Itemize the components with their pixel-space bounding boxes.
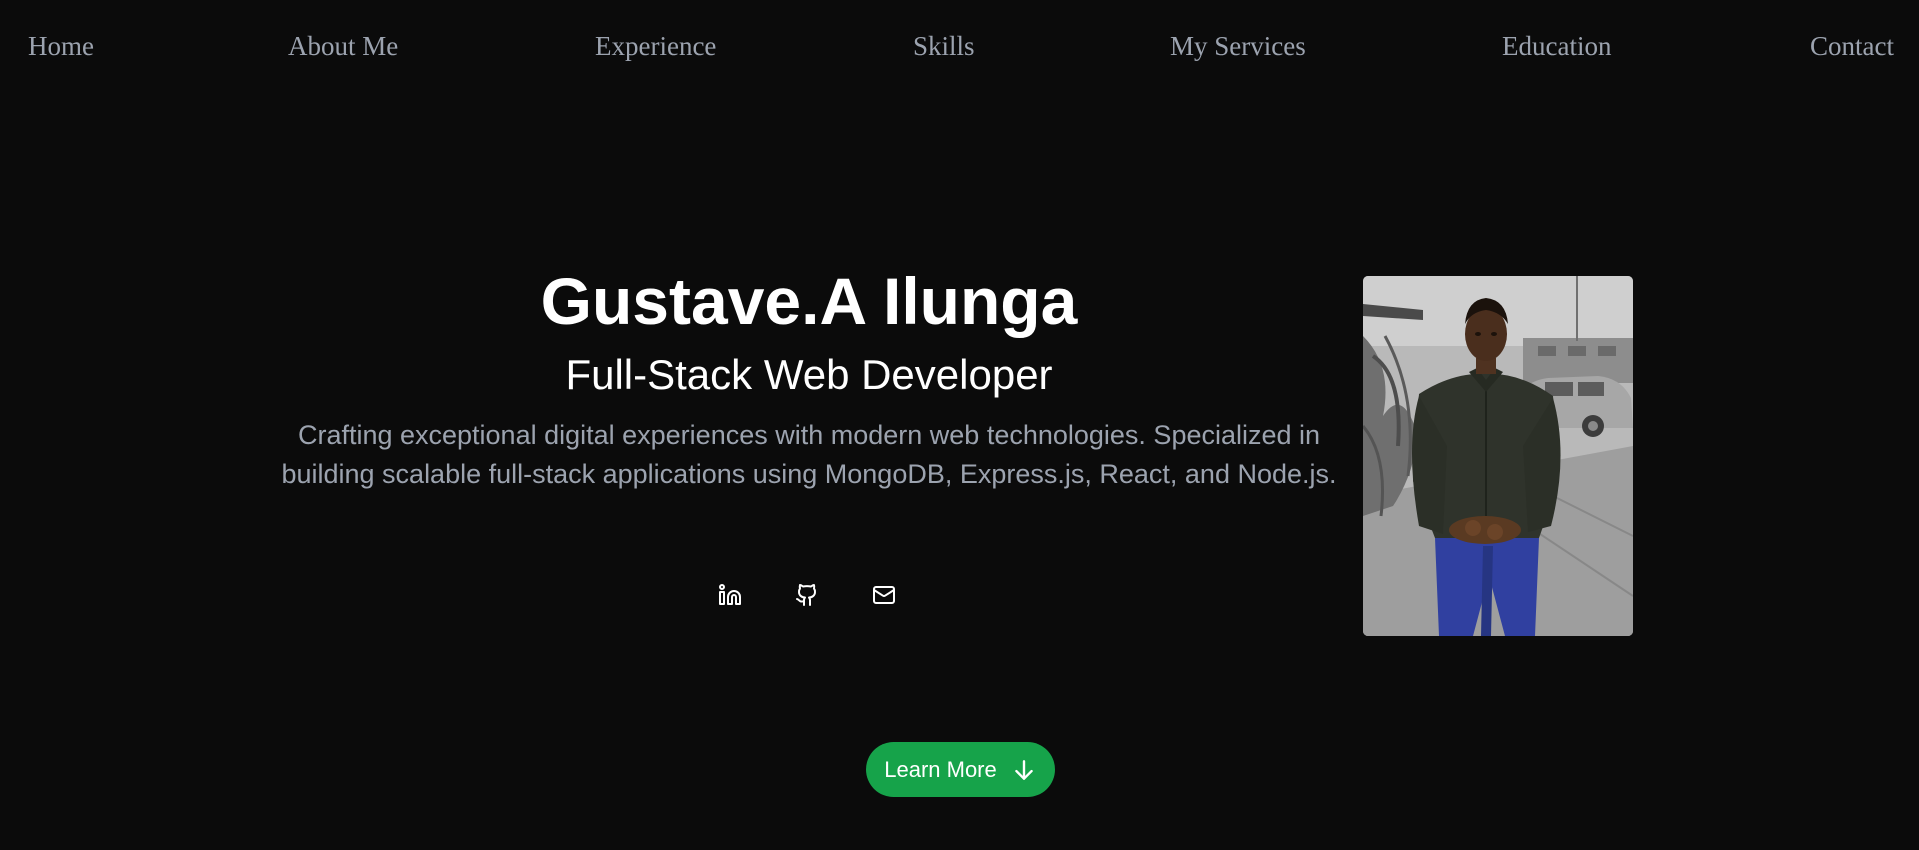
nav-link-skills[interactable]: Skills <box>913 28 975 64</box>
learn-more-label: Learn More <box>884 756 997 782</box>
social-links <box>713 578 903 612</box>
linkedin-icon <box>719 584 741 605</box>
nav-link-experience[interactable]: Experience <box>595 28 716 64</box>
email-link[interactable] <box>867 578 901 612</box>
profile-photo <box>1363 276 1633 636</box>
mail-icon <box>873 586 895 604</box>
nav-link-my-services[interactable]: My Services <box>1170 28 1306 64</box>
top-navigation: Home About Me Experience Skills My Servi… <box>0 0 1919 92</box>
hero-section: Gustave.A Ilunga Full-Stack Web Develope… <box>280 258 1338 494</box>
nav-link-about-me[interactable]: About Me <box>288 28 398 64</box>
hero-description: Crafting exceptional digital experiences… <box>281 420 1337 489</box>
arrow-down-icon <box>1011 757 1037 783</box>
hero-role: Full-Stack Web Developer <box>565 351 1053 398</box>
github-icon <box>796 584 817 606</box>
nav-link-education[interactable]: Education <box>1502 28 1611 64</box>
github-link[interactable] <box>790 578 824 612</box>
hero-name: Gustave.A Ilunga <box>540 264 1078 338</box>
nav-link-home[interactable]: Home <box>28 28 94 64</box>
learn-more-button[interactable]: Learn More <box>866 742 1055 797</box>
linkedin-link[interactable] <box>713 578 747 612</box>
nav-link-contact[interactable]: Contact <box>1810 28 1894 64</box>
